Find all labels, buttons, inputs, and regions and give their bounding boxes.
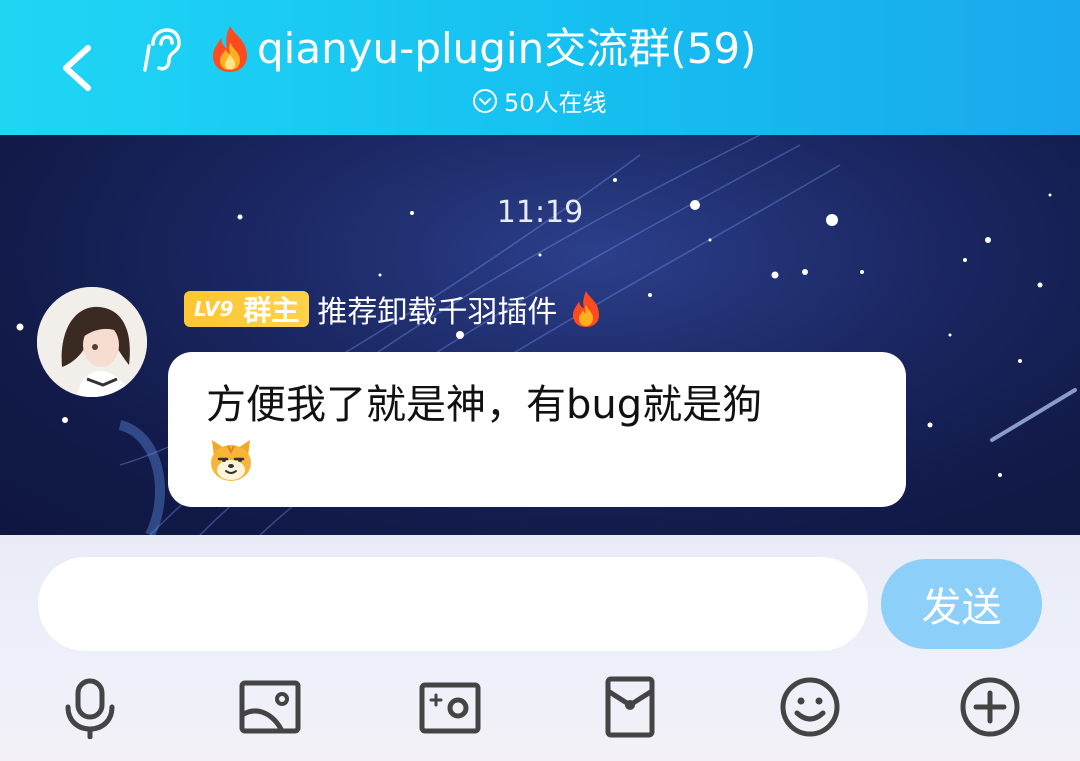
group-title-area[interactable]: qianyu-plugin交流群(59) [205,20,756,78]
avatar[interactable] [37,287,147,397]
plus-icon [960,677,1020,737]
photo-button[interactable] [238,675,302,739]
message-meta: LV9 群主 推荐卸载千羽插件 [184,287,603,331]
online-count: 50人在线 [504,89,607,117]
more-button[interactable] [958,675,1022,739]
message-list[interactable]: 11:19 LV9 群主 推荐卸载千羽插件 方便我了就是神，有bug就是狗 [0,135,1080,535]
chevron-left-icon [63,45,91,91]
camera-icon [419,682,481,734]
group-title: qianyu-plugin交流群(59) [257,24,757,73]
back-button[interactable] [58,40,106,96]
composer-panel: 发送 [0,535,1080,761]
camera-button[interactable] [418,675,482,739]
message-text: 方便我了就是神，有bug就是狗 [206,382,763,428]
role-label: 群主 [243,294,300,327]
emoji-button[interactable] [778,675,842,739]
microphone-icon [65,678,115,740]
sender-name[interactable]: 推荐卸载千羽插件 [317,287,557,331]
ear-icon [143,28,181,72]
image-icon [239,680,301,734]
dog-emoji-icon [211,440,251,481]
fire-icon [213,26,247,72]
red-packet-icon [605,676,655,738]
emoji-icon [780,677,840,737]
chat-header: qianyu-plugin交流群(59) 50人在线 [0,0,1080,135]
message-timestamp: 11:19 [496,195,584,230]
user-avatar-image [37,287,147,397]
fire-icon [573,291,600,327]
send-button[interactable]: 发送 [881,559,1042,649]
red-packet-button[interactable] [598,675,662,739]
level-label: LV9 [194,297,234,321]
message-input[interactable] [38,557,868,651]
online-status[interactable]: 50人在线 [472,83,607,118]
chevron-down-circle-icon [473,88,497,113]
earpiece-mode-button[interactable] [143,26,183,74]
level-badge: LV9 群主 [184,291,310,327]
voice-button[interactable] [58,675,122,740]
message-bubble[interactable]: 方便我了就是神，有bug就是狗 [168,352,906,507]
